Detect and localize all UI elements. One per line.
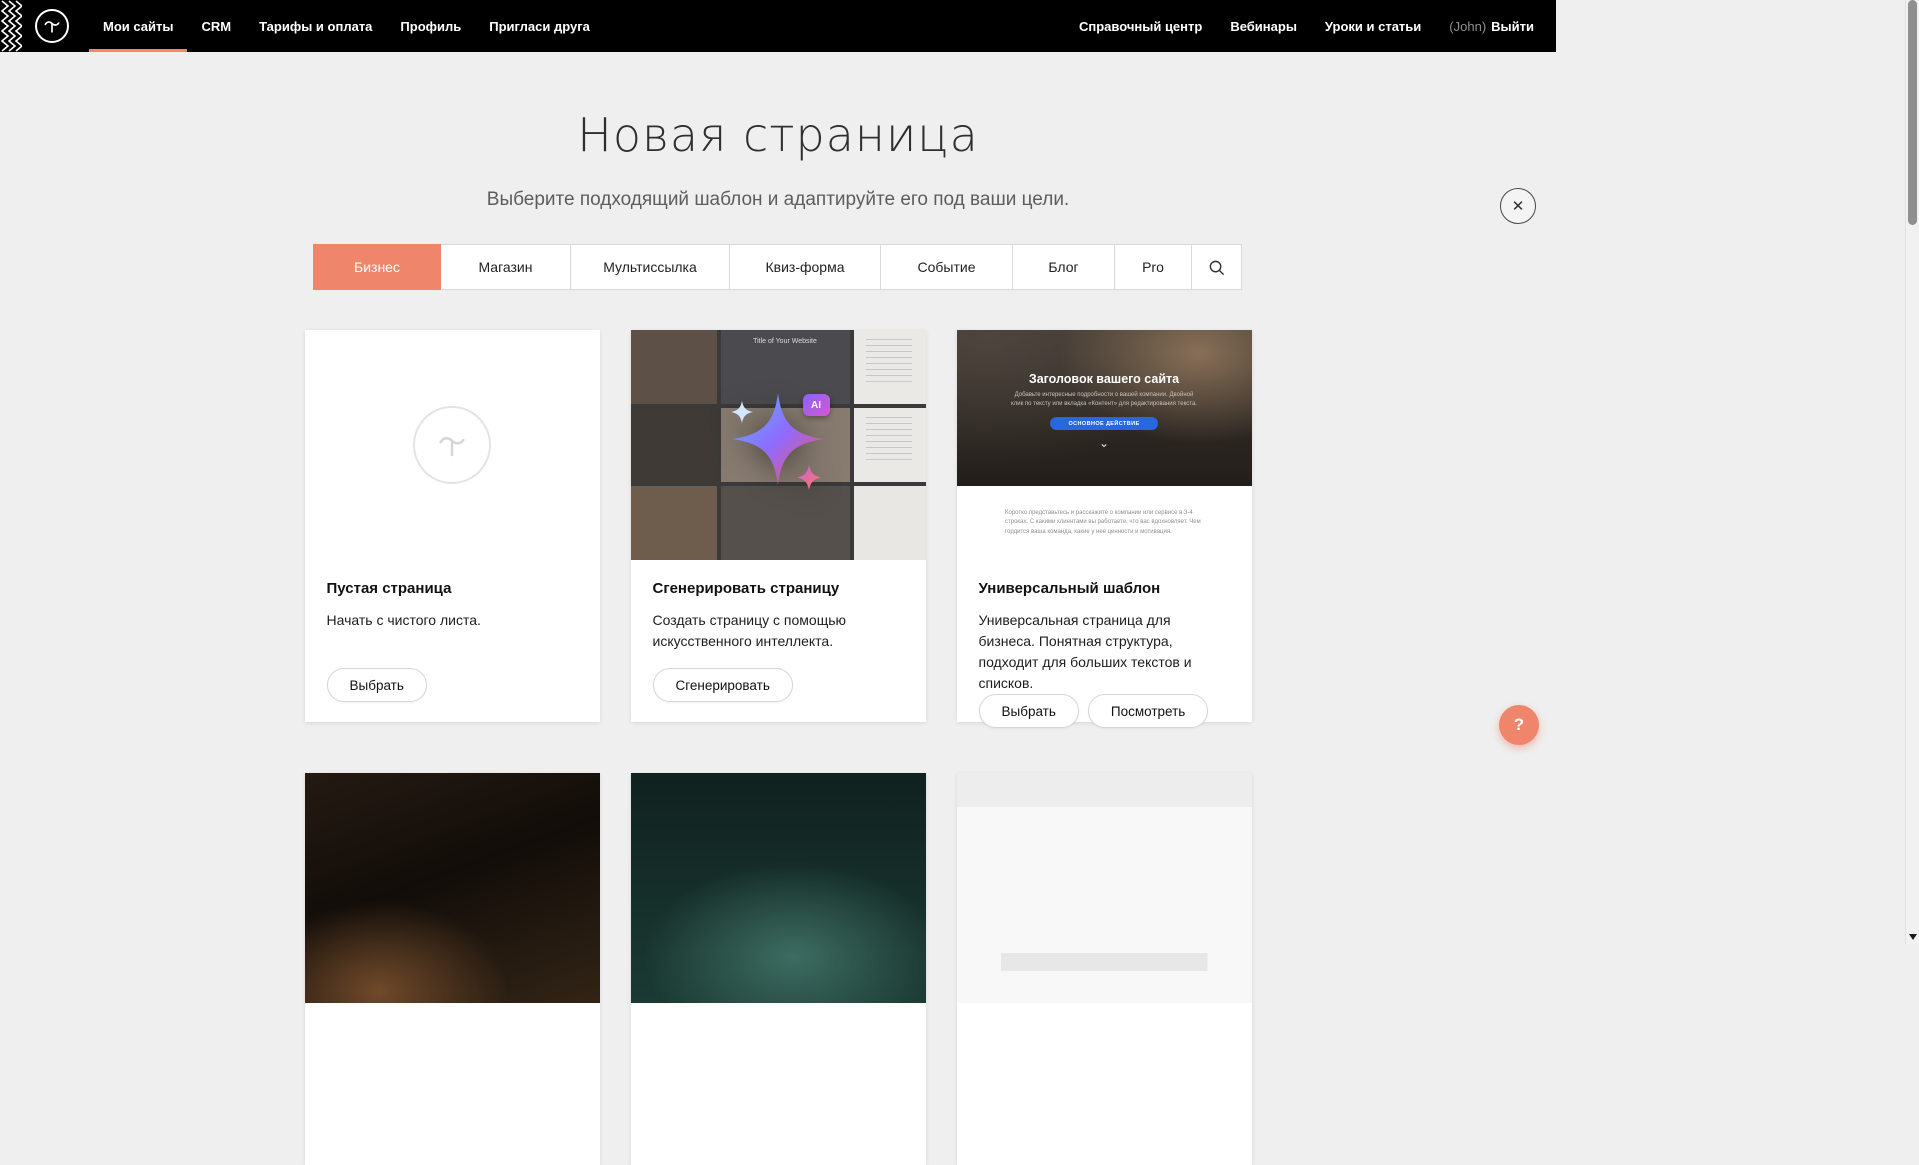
page-title: Новая страница (0, 108, 1556, 162)
vertical-scrollbar[interactable] (1905, 0, 1919, 944)
nav-lessons-articles[interactable]: Уроки и статьи (1311, 0, 1435, 52)
card-description: Универсальная страница для бизнеса. Поня… (979, 610, 1230, 694)
nav-invite-friend[interactable]: Пригласи друга (475, 0, 604, 52)
secondary-nav: Справочный центр Вебинары Уроки и статьи… (1065, 0, 1534, 52)
nav-profile[interactable]: Профиль (386, 0, 475, 52)
template-hero-cta: ОСНОВНОЕ ДЕЙСТВИЕ (1050, 417, 1158, 430)
tab-store[interactable]: Магазин (440, 244, 571, 290)
tab-blog[interactable]: Блог (1012, 244, 1115, 290)
nav-tariffs[interactable]: Тарифы и оплата (245, 0, 386, 52)
card-title: Сгенерировать страницу (653, 580, 904, 597)
user-name: (John) (1449, 19, 1486, 34)
universal-template-preview[interactable]: Заголовок вашего сайта Добавьте интересн… (957, 330, 1252, 560)
template-hero-subtext: Добавьте интересные подробности о вашей … (1010, 391, 1198, 409)
preview-universal-button[interactable]: Посмотреть (1088, 694, 1208, 728)
scrollbar-thumb[interactable] (1908, 0, 1917, 225)
close-icon: ✕ (1512, 199, 1525, 214)
template-hero-section: Заголовок вашего сайта Добавьте интересн… (957, 330, 1252, 486)
ai-sparkle-icon (631, 330, 926, 560)
card-title: Пустая страница (327, 580, 578, 597)
page-subtitle: Выберите подходящий шаблон и адаптируйте… (0, 189, 1556, 211)
search-icon (1208, 259, 1225, 276)
template-card-row2-3 (957, 773, 1252, 1165)
card-title: Универсальный шаблон (979, 580, 1230, 597)
template-card-universal: Заголовок вашего сайта Добавьте интересн… (957, 330, 1252, 722)
template-card-row2-2 (631, 773, 926, 1165)
tab-business[interactable]: Бизнес (313, 244, 441, 290)
template-card-row2-1 (305, 773, 600, 1165)
template-body-text: Коротко представьтесь и расскажите о ком… (1005, 509, 1203, 537)
ai-badge: AI (803, 394, 830, 416)
tab-event[interactable]: Событие (880, 244, 1013, 290)
close-button[interactable]: ✕ (1500, 188, 1536, 224)
template-preview-image[interactable] (957, 773, 1252, 1003)
tilda-logo[interactable] (35, 9, 69, 43)
logout-link[interactable]: (John) Выйти (1435, 19, 1534, 34)
search-tab[interactable] (1191, 244, 1242, 290)
template-grid: Пустая страница Начать с чистого листа. … (305, 330, 1252, 722)
blank-template-preview[interactable] (305, 330, 600, 560)
app-window: Мои сайты CRM Тарифы и оплата Профиль Пр… (0, 0, 1556, 1165)
zigzag-pattern-icon (0, 0, 22, 52)
template-preview-image[interactable] (305, 773, 600, 1003)
template-card-ai-generate: Title of Your Website (631, 330, 926, 722)
main-nav: Мои сайты CRM Тарифы и оплата Профиль Пр… (89, 0, 604, 52)
template-category-tabs: Бизнес Магазин Мультиссылка Квиз-форма С… (0, 244, 1556, 290)
scrollbar-down-arrow[interactable] (1909, 934, 1917, 940)
template-preview-image[interactable] (631, 773, 926, 1003)
generate-ai-button[interactable]: Сгенерировать (653, 668, 793, 702)
nav-crm[interactable]: CRM (187, 0, 245, 52)
new-page-dialog: ✕ Новая страница Выберите подходящий шаб… (0, 108, 1556, 1165)
tilda-logo-icon (42, 16, 62, 36)
tab-quiz-form[interactable]: Квиз-форма (729, 244, 881, 290)
template-card-blank: Пустая страница Начать с чистого листа. … (305, 330, 600, 722)
nav-webinars[interactable]: Вебинары (1216, 0, 1311, 52)
nav-my-sites[interactable]: Мои сайты (89, 0, 187, 52)
help-button[interactable]: ? (1499, 705, 1539, 745)
template-hero-heading: Заголовок вашего сайта (957, 372, 1252, 386)
card-description: Начать с чистого листа. (327, 610, 578, 631)
top-navigation-bar: Мои сайты CRM Тарифы и оплата Профиль Пр… (0, 0, 1556, 52)
template-grid-row-2 (305, 773, 1252, 1165)
tab-pro[interactable]: Pro (1114, 244, 1192, 290)
tilda-watermark-icon (413, 406, 491, 484)
choose-universal-button[interactable]: Выбрать (979, 694, 1079, 728)
card-description: Создать страницу с помощью искусственног… (653, 610, 904, 652)
nav-help-center[interactable]: Справочный центр (1065, 0, 1216, 52)
chevron-down-icon: ⌄ (957, 439, 1252, 447)
ai-template-preview[interactable]: Title of Your Website (631, 330, 926, 560)
template-body-section: Коротко представьтесь и расскажите о ком… (957, 486, 1252, 560)
tab-multilink[interactable]: Мультиссылка (570, 244, 730, 290)
choose-blank-button[interactable]: Выбрать (327, 668, 427, 702)
logout-label: Выйти (1491, 19, 1534, 34)
